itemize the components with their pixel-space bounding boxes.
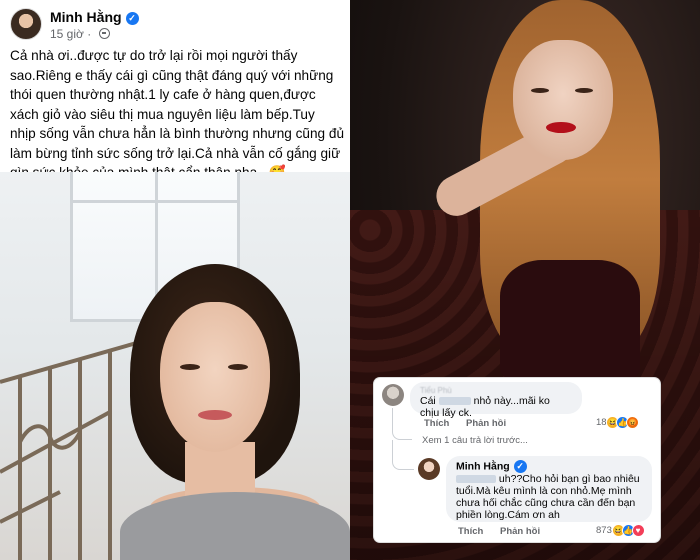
reply-author-name[interactable]: Minh Hằng [456, 460, 510, 472]
stair-railing [0, 340, 140, 560]
globe-icon [98, 28, 110, 39]
reply-link[interactable]: Phản hồi [466, 418, 506, 429]
comment-bubble: Tiểu Phù Cái nhỏ này...mãi ko chịu lấy c… [410, 382, 582, 419]
face [513, 40, 613, 160]
angry-reaction-icon: 😡 [626, 416, 640, 429]
thread-connector [392, 440, 414, 470]
reply-author-avatar[interactable] [418, 458, 440, 480]
left-eye [180, 364, 200, 370]
reaction-count: 873 [596, 525, 612, 537]
comment-thread: Tiểu Phù Cái nhỏ này...mãi ko chịu lấy c… [374, 378, 660, 542]
commenter-name[interactable]: Tiểu Phù [420, 386, 572, 395]
post-photo[interactable] [0, 172, 350, 560]
post-time[interactable]: 15 giờ [50, 27, 84, 41]
like-link[interactable]: Thích [424, 418, 449, 429]
author-avatar[interactable] [10, 8, 42, 40]
view-previous-replies[interactable]: Xem 1 câu trả lời trước... [422, 435, 528, 446]
post-text: Cả nhà ơi..được tự do trở lại rồi mọi ng… [10, 48, 345, 180]
commenter-avatar[interactable] [382, 384, 404, 406]
reaction-summary[interactable]: 18 😆👍😡 [596, 416, 640, 429]
right-eye [575, 88, 593, 93]
reply-reaction-summary[interactable]: 873 😆👍 ♥ [596, 524, 645, 537]
comment-actions: Thích Phản hồi [424, 418, 520, 429]
comment-text-start: Cái [420, 395, 436, 407]
reply-author-name-row: Minh Hằng ✓ [456, 460, 642, 473]
lips [198, 410, 232, 420]
love-reaction-icon: ♥ [631, 524, 645, 537]
verified-badge-icon: ✓ [125, 11, 139, 25]
reply-link[interactable]: Phản hồi [500, 526, 540, 537]
reply-actions: Thích Phản hồi [458, 526, 554, 537]
redacted-name [456, 475, 496, 484]
post-header: Minh Hằng ✓ 15 giờ · [10, 8, 340, 44]
post-meta: 15 giờ · [50, 27, 110, 41]
left-eye [531, 88, 549, 93]
like-link[interactable]: Thích [458, 526, 483, 537]
redacted-word [438, 397, 471, 406]
thread-connector [392, 408, 412, 440]
right-eye [228, 364, 248, 370]
dress [500, 260, 640, 380]
author-name-row[interactable]: Minh Hằng ✓ [50, 9, 139, 25]
reaction-count: 18 [596, 417, 607, 429]
verified-badge-icon: ✓ [513, 460, 527, 473]
reply-bubble: Minh Hằng ✓ uh??Cho hỏi bạn gì bao nhiêu … [446, 456, 652, 522]
facebook-post-panel: Minh Hằng ✓ 15 giờ · Cả nhà ơi..được tự d… [0, 0, 350, 560]
red-lips [546, 122, 576, 133]
face [160, 302, 270, 452]
author-name[interactable]: Minh Hằng [50, 9, 122, 25]
